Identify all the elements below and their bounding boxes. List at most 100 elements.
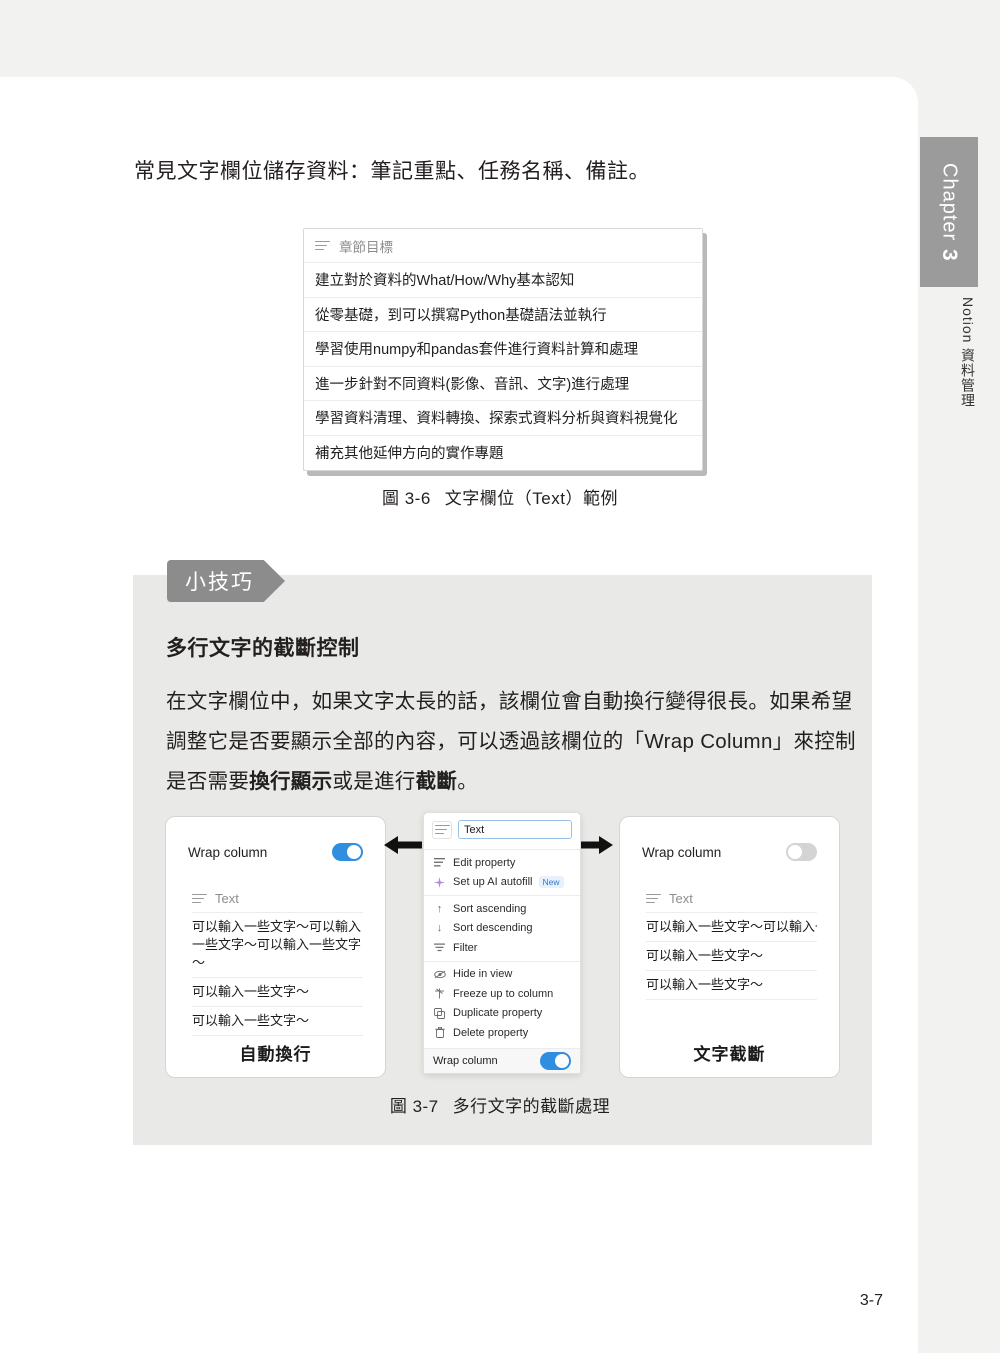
wrap-column-row-right[interactable]: Wrap column [620, 817, 839, 861]
book-page: Chapter 3 Notion 資料管理 常見文字欄位儲存資料：筆記重點、任務… [0, 0, 1000, 1353]
new-badge: New [538, 876, 564, 889]
menu-wrap-column-toggle[interactable] [540, 1052, 571, 1070]
property-name-input[interactable]: Text [458, 820, 572, 839]
chapter-title: Notion 資料管理 [960, 297, 976, 409]
chapter-vertical-text: Chapter 3 [937, 163, 961, 262]
wrap-column-label-right: Wrap column [642, 844, 722, 860]
table-header-row: 章節目標 [304, 229, 702, 263]
table-row: 可以輸入一些文字～ [192, 1007, 363, 1036]
edit-lines-icon [433, 858, 446, 867]
menu-item-edit-property[interactable]: Edit property [424, 853, 580, 873]
figure-3-6: 章節目標 建立對於資料的What/How/Why基本認知 從零基礎，到可以撰寫P… [303, 228, 707, 476]
table-row: 從零基礎，到可以撰寫Python基礎語法並執行 [304, 298, 702, 332]
tip-paragraph-part2: 或是進行 [332, 770, 416, 793]
figure-3-7-caption-number: 圖 3-7 [389, 1097, 439, 1116]
figure-3-7: Wrap column Text 可以輸入一些文字～可以輸入一些文字～可以輸入一… [165, 812, 840, 1080]
table-row: 學習資料清理、資料轉換、探索式資料分析與資料視覺化 [304, 401, 702, 436]
menu-item-ai-autofill[interactable]: Set up AI autofill New [424, 873, 580, 893]
left-panel-caption: 自動換行 [239, 1045, 312, 1064]
menu-item-duplicate-property[interactable]: Duplicate property [424, 1004, 580, 1024]
table-row: 可以輸入一些文字～可以輸入一些文字～可以輸入一些文字～ [646, 912, 817, 942]
menu-divider [424, 849, 580, 850]
toggle-knob [555, 1054, 569, 1068]
menu-item-label: Hide in view [453, 968, 513, 981]
text-lines-icon [192, 893, 207, 905]
wrap-column-label-left: Wrap column [188, 844, 268, 860]
menu-item-label: Sort descending [453, 922, 533, 935]
menu-item-sort-descending[interactable]: ↓ Sort descending [424, 919, 580, 939]
text-lines-icon [646, 893, 661, 905]
intro-paragraph: 常見文字欄位儲存資料：筆記重點、任務名稱、備註。 [134, 160, 650, 183]
table-row: 補充其他延伸方向的實作專題 [315, 446, 504, 463]
table-row: 進一步針對不同資料(影像、音訊、文字)進行處理 [304, 367, 702, 401]
table-header-label: 章節目標 [339, 239, 393, 255]
text-column-label-left: Text [215, 891, 239, 906]
arrow-up-icon: ↑ [436, 902, 443, 915]
menu-wrap-column-row[interactable]: Wrap column [424, 1048, 580, 1073]
chapter-word: Chapter [938, 162, 961, 241]
tip-heading: 多行文字的截斷控制 [166, 637, 360, 660]
wrap-column-toggle-left[interactable] [332, 843, 363, 861]
sparkle-icon [433, 876, 446, 888]
menu-item-label: Sort ascending [453, 902, 527, 915]
chapter-number-block: Chapter 3 [920, 137, 978, 287]
duplicate-icon [433, 1007, 446, 1019]
eye-slash-icon [433, 970, 446, 979]
table-row: 學習使用numpy和pandas套件進行資料計算和處理 [304, 332, 702, 367]
text-rows-left: 可以輸入一些文字～可以輸入一些文字～可以輸入一些文字～ 可以輸入一些文字～ 可以… [192, 912, 363, 1036]
tip-paragraph-part3: 。 [457, 770, 479, 793]
arrow-left-icon [384, 834, 422, 861]
tip-paragraph-bold1: 換行顯示 [249, 770, 333, 793]
arrow-down-icon: ↓ [436, 922, 443, 935]
menu-item-label: Set up AI autofill [453, 876, 533, 889]
figure-3-6-caption-number: 圖 3-6 [382, 489, 431, 508]
menu-item-label: Freeze up to column [453, 987, 554, 1000]
menu-item-label: Duplicate property [453, 1007, 543, 1020]
wrap-on-panel: Wrap column Text 可以輸入一些文字～可以輸入一些文字～可以輸入一… [165, 816, 386, 1078]
figure-3-6-caption: 圖 3-6 文字欄位（Text）範例 [0, 484, 1000, 509]
menu-item-label: Delete property [453, 1026, 529, 1039]
filter-icon [433, 943, 446, 952]
text-column-label-right: Text [669, 891, 693, 906]
tip-tag-badge: 小技巧 [167, 560, 285, 602]
figure-3-7-caption-text: 多行文字的截斷處理 [452, 1097, 611, 1116]
menu-item-label: Edit property [453, 856, 516, 869]
menu-divider [424, 895, 580, 896]
menu-item-sort-ascending[interactable]: ↑ Sort ascending [424, 899, 580, 919]
chapter-side-tab: Chapter 3 Notion 資料管理 [920, 137, 978, 447]
chapter-goals-table: 章節目標 建立對於資料的What/How/Why基本認知 從零基礎，到可以撰寫P… [303, 228, 703, 471]
table-row: 建立對於資料的What/How/Why基本認知 [304, 263, 702, 298]
menu-item-filter[interactable]: Filter [424, 938, 580, 958]
text-column-header-left: Text [192, 891, 385, 906]
property-context-menu[interactable]: Text Edit property Set up AI autofill Ne… [423, 812, 581, 1074]
table-row: 可以輸入一些文字～可以輸入一些文字～可以輸入一些文字～ [192, 912, 363, 978]
wrap-column-row-left[interactable]: Wrap column [166, 817, 385, 861]
toggle-knob [347, 845, 361, 859]
text-lines-icon [432, 820, 452, 839]
page-number: 3-7 [859, 1292, 883, 1309]
figure-3-7-caption: 圖 3-7 多行文字的截斷處理 [0, 1092, 1000, 1117]
menu-divider [424, 960, 580, 962]
toggle-knob [788, 845, 802, 859]
tip-paragraph: 在文字欄位中，如果文字太長的話，該欄位會自動換行變得很長。如果希望調整它是否要顯… [166, 682, 856, 802]
wrap-off-panel: Wrap column Text 可以輸入一些文字～可以輸入一些文字～可以輸入一… [619, 816, 840, 1078]
table-row: 可以輸入一些文字～ [192, 978, 363, 1007]
table-row: 可以輸入一些文字～ [646, 971, 817, 1000]
wrap-column-toggle-right[interactable] [786, 843, 817, 861]
menu-item-hide-in-view[interactable]: Hide in view [424, 965, 580, 985]
freeze-icon [433, 988, 446, 999]
tip-paragraph-bold2: 截斷 [415, 770, 458, 793]
text-lines-icon [315, 240, 330, 252]
figure-3-6-caption-text: 文字欄位（Text）範例 [444, 489, 618, 508]
text-rows-right: 可以輸入一些文字～可以輸入一些文字～可以輸入一些文字～ 可以輸入一些文字～ 可以… [646, 912, 817, 1000]
menu-wrap-column-label: Wrap column [433, 1055, 498, 1067]
menu-item-delete-property[interactable]: Delete property [424, 1023, 580, 1043]
chapter-number: 3 [938, 248, 961, 262]
menu-item-freeze-up-to-column[interactable]: Freeze up to column [424, 984, 580, 1004]
trash-icon [433, 1027, 446, 1039]
right-panel-caption: 文字截斷 [693, 1045, 766, 1064]
menu-item-label: Filter [453, 941, 478, 954]
text-column-header-right: Text [646, 891, 839, 906]
menu-search-row[interactable]: Text [424, 820, 580, 846]
table-row: 可以輸入一些文字～ [646, 942, 817, 971]
